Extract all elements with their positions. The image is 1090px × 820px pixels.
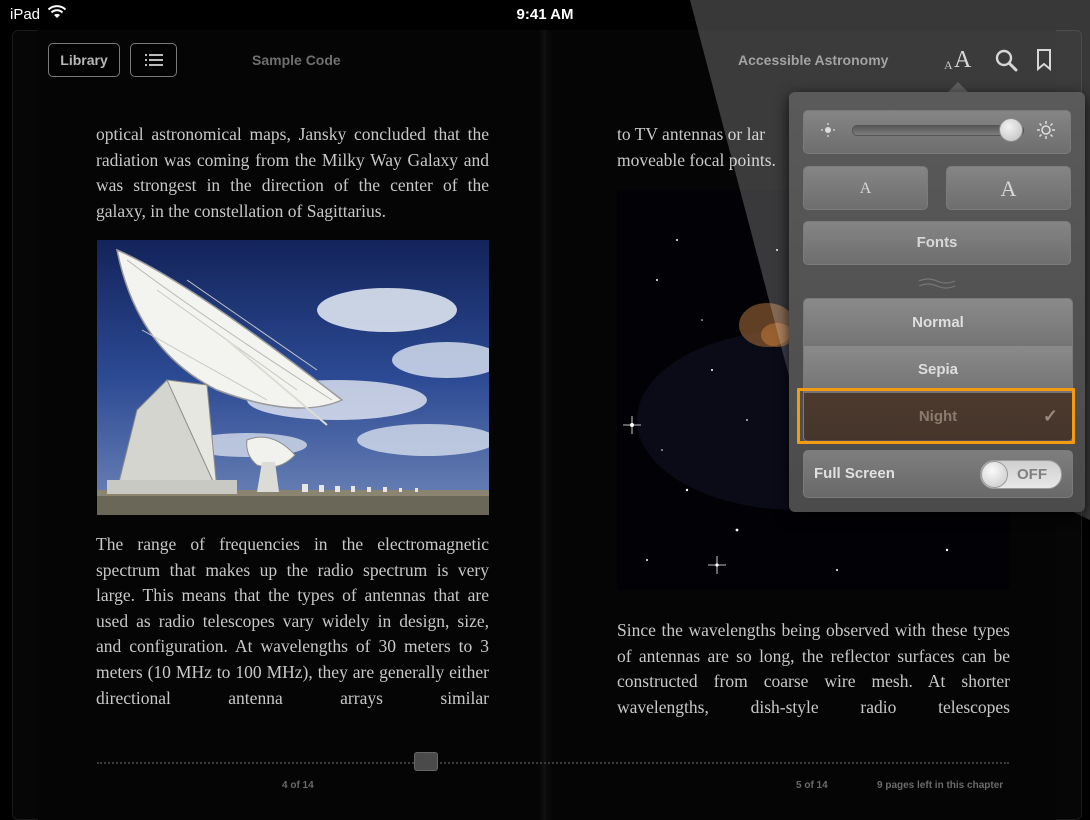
book-title: Sample Code bbox=[252, 52, 341, 68]
status-bar: iPad 9:41 AM bbox=[0, 0, 1090, 30]
list-icon bbox=[144, 54, 163, 66]
full-screen-row: Full Screen OFF bbox=[803, 450, 1073, 498]
bookmark-icon bbox=[1037, 49, 1051, 72]
brightness-slider-knob[interactable] bbox=[999, 118, 1023, 142]
pages-left-in-chapter: 9 pages left in this chapter bbox=[877, 780, 1004, 791]
full-screen-state: OFF bbox=[1017, 466, 1047, 483]
page-scrubber-thumb[interactable] bbox=[414, 752, 438, 771]
library-button[interactable]: Library bbox=[48, 43, 120, 77]
full-screen-toggle[interactable]: OFF bbox=[980, 460, 1062, 489]
focus-highlight bbox=[797, 388, 1075, 444]
status-time: 9:41 AM bbox=[516, 6, 574, 23]
full-screen-label: Full Screen bbox=[814, 465, 895, 482]
right-paragraph-2: Since the wavelengths being observed wit… bbox=[617, 620, 1010, 717]
search-button[interactable] bbox=[994, 48, 1018, 77]
theme-normal[interactable]: Normal bbox=[804, 299, 1072, 347]
page-scrubber[interactable] bbox=[97, 762, 1009, 766]
radio-telescope-photo bbox=[97, 240, 489, 515]
table-of-contents-button[interactable] bbox=[130, 43, 177, 77]
appearance-popover: A A Fonts Normal Sepia Night ✓ Full Scre… bbox=[789, 92, 1085, 512]
left-paragraph-2: The range of frequencies in the electrom… bbox=[96, 534, 489, 708]
right-paragraph-1: to TV antennas or lar moveable focal poi… bbox=[617, 124, 776, 170]
search-icon bbox=[995, 49, 1018, 72]
right-page-number: 5 of 14 bbox=[796, 780, 828, 791]
left-paragraph-1: optical astronomical maps, Jansky conclu… bbox=[96, 124, 489, 221]
divider-wave-icon bbox=[917, 276, 957, 295]
bookmark-button[interactable] bbox=[1036, 49, 1052, 76]
font-size-button[interactable]: A A bbox=[941, 46, 975, 74]
increase-font-button[interactable]: A bbox=[946, 166, 1071, 210]
font-size-large-label: A bbox=[954, 47, 972, 73]
full-screen-toggle-knob bbox=[981, 461, 1008, 488]
font-size-small-label: A bbox=[944, 58, 953, 72]
decrease-font-button[interactable]: A bbox=[803, 166, 928, 210]
theme-sepia[interactable]: Sepia bbox=[804, 346, 1072, 394]
brightness-control bbox=[803, 110, 1071, 154]
brightness-high-icon bbox=[1036, 120, 1056, 144]
book-spine bbox=[539, 30, 553, 820]
left-page-number: 4 of 14 bbox=[282, 780, 314, 791]
chapter-title: Accessible Astronomy bbox=[738, 52, 889, 68]
fonts-button[interactable]: Fonts bbox=[803, 221, 1071, 265]
brightness-low-icon bbox=[820, 122, 836, 142]
